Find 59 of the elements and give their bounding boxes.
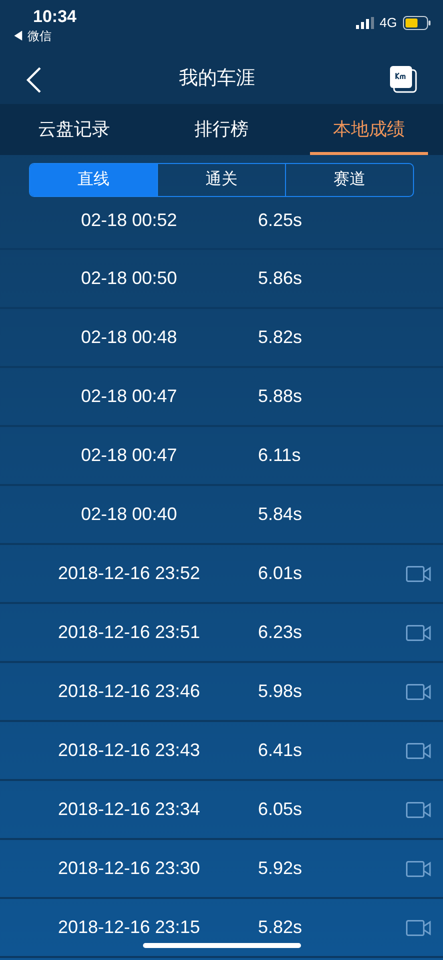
record-time: 5.84s — [258, 503, 304, 526]
back-to-app-link[interactable]: ◀ 微信 — [12, 28, 76, 44]
record-date: 02-18 00:40 — [80, 503, 178, 526]
record-date: 2018-12-16 23:46 — [56, 680, 202, 703]
video-camera-icon[interactable] — [406, 624, 431, 640]
record-row[interactable]: 02-18 00:48 5.82s — [0, 309, 443, 368]
segment-tab[interactable]: 赛道 — [285, 164, 413, 196]
record-date: 2018-12-16 23:30 — [56, 857, 202, 880]
record-row[interactable]: 2018-12-16 23:52 6.01s — [0, 545, 443, 604]
record-time: 5.88s — [258, 385, 304, 408]
record-time: 5.86s — [258, 267, 304, 290]
km-icon[interactable] — [390, 66, 417, 93]
record-row[interactable]: 02-18 00:40 5.84s — [0, 486, 443, 545]
record-row[interactable]: 2018-12-16 23:46 5.98s — [0, 663, 443, 722]
record-row[interactable]: 02-18 00:47 5.88s — [0, 368, 443, 427]
record-date: 2018-12-16 23:43 — [56, 739, 202, 762]
record-time: 5.98s — [258, 680, 304, 703]
record-time: 5.82s — [258, 916, 304, 939]
record-date: 02-18 00:47 — [80, 385, 178, 408]
record-time: 6.41s — [258, 739, 304, 762]
record-time: 5.82s — [258, 326, 304, 349]
record-date: 02-18 00:47 — [80, 444, 178, 467]
record-row[interactable]: 02-18 00:47 6.11s — [0, 427, 443, 486]
network-type: 4G — [380, 14, 397, 32]
record-date: 2018-12-16 23:15 — [56, 916, 202, 939]
record-time: 6.11s — [258, 444, 302, 467]
battery-icon — [403, 16, 431, 30]
tab[interactable]: 排行榜 — [148, 104, 296, 155]
segment-tab[interactable]: 直线 — [30, 164, 157, 196]
record-row[interactable]: 2018-12-16 23:30 5.92s — [0, 840, 443, 899]
video-camera-icon[interactable] — [406, 684, 431, 700]
video-camera-icon[interactable] — [406, 860, 431, 876]
signal-icon — [356, 17, 374, 29]
video-camera-icon[interactable] — [406, 920, 431, 936]
record-date: 02-18 00:50 — [80, 267, 178, 290]
record-row[interactable]: 2018-12-16 23:51 6.23s — [0, 604, 443, 663]
video-camera-icon[interactable] — [406, 802, 431, 818]
record-time: 6.25s — [258, 209, 304, 232]
record-date: 2018-12-16 23:51 — [56, 621, 202, 644]
back-button[interactable] — [26, 66, 44, 94]
record-time: 6.05s — [258, 798, 304, 821]
record-date: 02-18 00:48 — [80, 326, 178, 349]
status-time: 10:34 — [33, 6, 76, 28]
record-date: 02-18 00:52 — [80, 209, 178, 232]
record-row[interactable]: 2018-12-16 23:34 6.05s — [0, 781, 443, 840]
record-time: 6.23s — [258, 621, 304, 644]
video-camera-icon[interactable] — [406, 742, 431, 758]
record-date: 2018-12-16 23:52 — [56, 562, 202, 585]
segment-tab[interactable]: 通关 — [157, 164, 285, 196]
page-title: 我的车涯 — [179, 67, 255, 92]
tab[interactable]: 云盘记录 — [0, 104, 148, 155]
video-camera-icon[interactable] — [406, 566, 431, 582]
tab[interactable]: 本地成绩 — [295, 104, 443, 155]
record-row[interactable]: 02-18 00:52 6.25s — [0, 205, 443, 250]
record-row[interactable]: 2018-12-16 23:43 6.41s — [0, 722, 443, 781]
record-time: 6.01s — [258, 562, 304, 585]
record-date: 2018-12-16 23:34 — [56, 798, 202, 821]
record-time: 5.92s — [258, 857, 304, 880]
record-row[interactable]: 02-18 00:50 5.86s — [0, 250, 443, 309]
